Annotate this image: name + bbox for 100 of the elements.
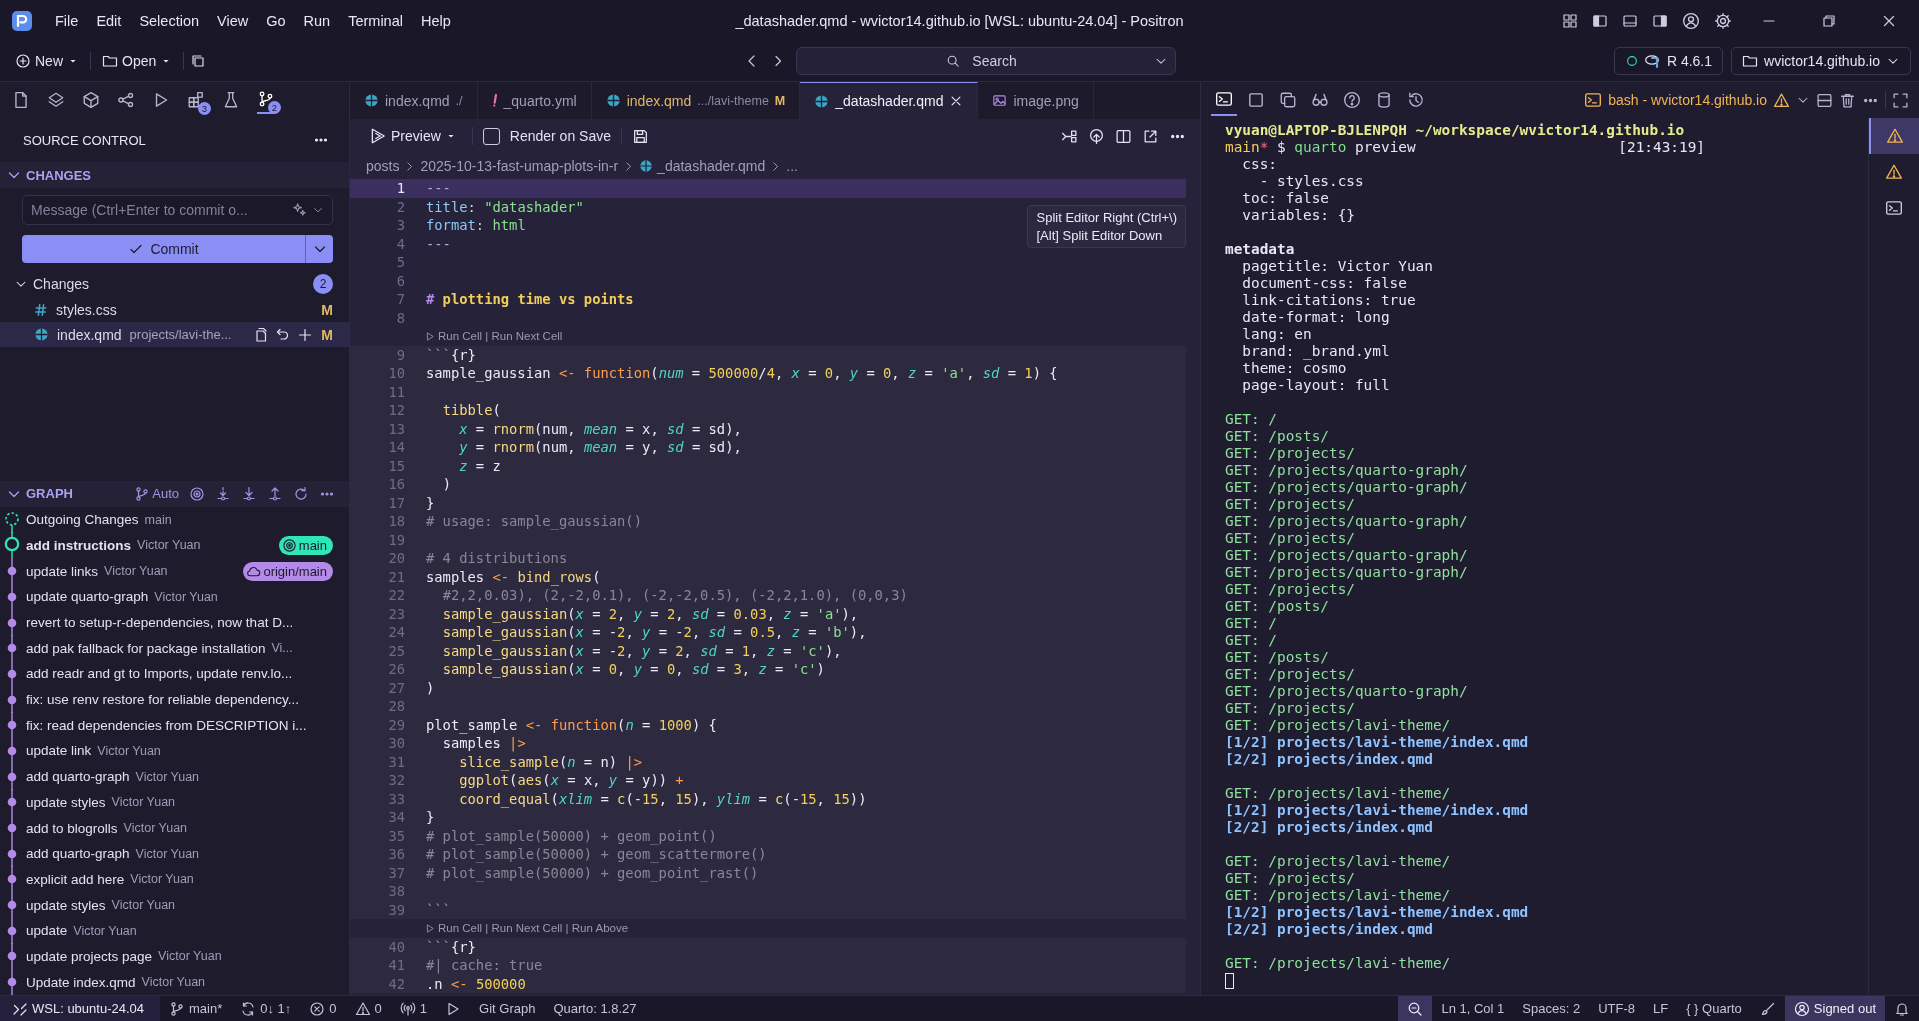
sync-status[interactable]: 0↓ 1↑ xyxy=(231,996,301,1021)
commit-message[interactable]: add pak fallback for package installation xyxy=(26,640,266,656)
save-icon[interactable] xyxy=(632,127,649,145)
status-item[interactable]: Ln 1, Col 1 xyxy=(1432,996,1514,1021)
split-terminal-icon[interactable] xyxy=(1816,91,1833,109)
section-header[interactable]: CHANGES xyxy=(0,162,349,188)
group-label[interactable]: Changes xyxy=(33,276,90,292)
publish-icon[interactable] xyxy=(1088,127,1105,145)
panel-toggle-icon[interactable] xyxy=(1622,12,1638,29)
menu-item[interactable]: View xyxy=(208,8,258,33)
status-item[interactable]: Spaces: 2 xyxy=(1513,996,1590,1021)
language-mode[interactable]: { } Quarto xyxy=(1677,996,1751,1021)
menu-item[interactable]: Edit xyxy=(87,8,131,33)
layout-icon[interactable] xyxy=(1562,12,1578,29)
codelens[interactable]: Run Cell | Run Next Cell xyxy=(438,330,563,343)
commit-message[interactable]: add quarto-graph xyxy=(26,769,130,785)
menu-item[interactable]: File xyxy=(46,8,88,33)
section-header[interactable]: GRAPH xyxy=(6,485,73,502)
account-icon[interactable] xyxy=(1682,11,1700,30)
breadcrumb[interactable]: _datashader.qmd xyxy=(657,158,766,174)
status-item[interactable]: Git Graph xyxy=(470,996,545,1021)
menu-item[interactable]: Help xyxy=(411,8,460,33)
flask-icon[interactable] xyxy=(222,91,240,109)
commit-message[interactable]: update styles xyxy=(26,897,106,913)
restore-icon[interactable] xyxy=(1821,12,1837,29)
graph-mode-button[interactable]: Auto xyxy=(134,485,179,502)
fetch-icon[interactable] xyxy=(215,485,231,502)
secondary-sidebar-icon[interactable] xyxy=(1652,12,1668,29)
checkbox-label[interactable]: Render on Save xyxy=(509,128,611,144)
menu-item[interactable]: Run xyxy=(294,8,340,33)
windows-icon[interactable] xyxy=(190,53,207,69)
brush-icon[interactable] xyxy=(1759,1000,1776,1017)
status-item[interactable]: LF xyxy=(1644,996,1678,1021)
commit-message[interactable]: add readr and gt to Imports, update renv.lo... xyxy=(26,666,293,682)
maximize-icon[interactable] xyxy=(1892,91,1909,109)
branch-badge[interactable]: origin/main xyxy=(243,561,333,581)
cube-icon[interactable] xyxy=(82,91,100,109)
commit-message[interactable]: update projects page xyxy=(26,948,153,964)
commit-message[interactable]: fix: read dependencies from DESCRIPTION i... xyxy=(26,717,307,733)
commit-message[interactable]: add quarto-graph xyxy=(26,846,130,862)
remote-indicator[interactable]: WSL: ubuntu-24.04 xyxy=(0,996,161,1021)
commit-message[interactable]: update styles xyxy=(26,794,106,810)
commit-message[interactable]: explicit add here xyxy=(26,871,125,887)
layers-icon[interactable] xyxy=(47,91,65,109)
target-icon[interactable] xyxy=(189,485,205,502)
breadcrumb[interactable]: ... xyxy=(786,158,798,174)
status-item[interactable]: Quarto: 1.8.27 xyxy=(544,996,646,1021)
run-icon[interactable] xyxy=(425,330,436,342)
warning-count[interactable]: 0 xyxy=(345,996,391,1021)
commit-button[interactable]: Commit xyxy=(22,235,305,263)
preview-button[interactable]: Preview xyxy=(364,124,462,148)
warning-icon[interactable] xyxy=(1773,91,1790,109)
settings-icon[interactable] xyxy=(1714,11,1732,30)
checkbox[interactable] xyxy=(482,127,500,145)
terminal-list-item[interactable] xyxy=(1869,118,1919,154)
menu-item[interactable]: Go xyxy=(257,8,295,33)
commit-message[interactable]: Outgoing Changes xyxy=(26,512,139,528)
sparkle-icon[interactable] xyxy=(292,202,307,217)
run-icon[interactable] xyxy=(425,922,436,934)
editor-tab[interactable]: _quarto.yml xyxy=(477,82,592,119)
ports-status[interactable]: 1 xyxy=(390,996,437,1021)
branch-badge[interactable]: main xyxy=(278,535,333,555)
zoom-icon[interactable] xyxy=(1407,1000,1424,1017)
breadcrumb[interactable]: posts xyxy=(366,158,400,174)
menu-item[interactable]: Terminal xyxy=(339,8,412,33)
sidebar-toggle-icon[interactable] xyxy=(1592,12,1608,29)
changes-entry[interactable]: styles.css M xyxy=(0,297,349,322)
status-item[interactable]: UTF-8 xyxy=(1589,996,1644,1021)
plus-icon[interactable] xyxy=(297,326,313,343)
commit-message[interactable]: update links xyxy=(26,563,99,579)
new-button[interactable]: New xyxy=(10,50,84,72)
files-icon[interactable] xyxy=(12,91,30,109)
editor-tab[interactable]: image.png xyxy=(978,82,1094,119)
commit-menu-button[interactable] xyxy=(305,235,333,263)
menu-item[interactable]: Selection xyxy=(130,8,209,33)
commit-message[interactable]: Update index.qmd xyxy=(26,974,136,990)
nodes-icon[interactable] xyxy=(117,91,135,109)
split-editor-icon[interactable] xyxy=(1115,127,1132,145)
commit-message[interactable]: update xyxy=(26,923,68,939)
terminal-session-button[interactable]: bash - wvictor14.github.io xyxy=(1584,91,1767,109)
interpreter-button[interactable]: R 4.6.1 xyxy=(1613,47,1724,75)
breadcrumb[interactable]: 2025-10-13-fast-umap-plots-in-r xyxy=(420,158,619,174)
commit-message[interactable]: update link xyxy=(26,743,92,759)
error-count[interactable]: 0 xyxy=(300,996,346,1021)
editor-tab[interactable]: index.qmd ./ xyxy=(350,82,478,119)
workspace-button[interactable]: wvictor14.github.io xyxy=(1731,47,1911,75)
editor-tab[interactable]: _datashader.qmd xyxy=(800,82,979,119)
search-field[interactable]: Search xyxy=(795,47,1176,75)
open-file-icon[interactable] xyxy=(253,326,269,343)
commit-message[interactable]: update quarto-graph xyxy=(26,589,149,605)
bell-icon[interactable] xyxy=(1894,1000,1910,1017)
discard-icon[interactable] xyxy=(275,326,291,343)
codelens[interactable]: Run Cell | Run Next Cell | Run Above xyxy=(438,922,629,935)
pull-icon[interactable] xyxy=(241,485,257,502)
changes-entry[interactable]: index.qmd projects/lavi-the... M xyxy=(0,322,349,347)
push-icon[interactable] xyxy=(267,485,283,502)
branch-status[interactable]: main* xyxy=(160,996,232,1021)
account-status[interactable]: Signed out xyxy=(1784,996,1885,1021)
open-button[interactable]: Open xyxy=(97,50,178,72)
trash-icon[interactable] xyxy=(1839,91,1856,109)
